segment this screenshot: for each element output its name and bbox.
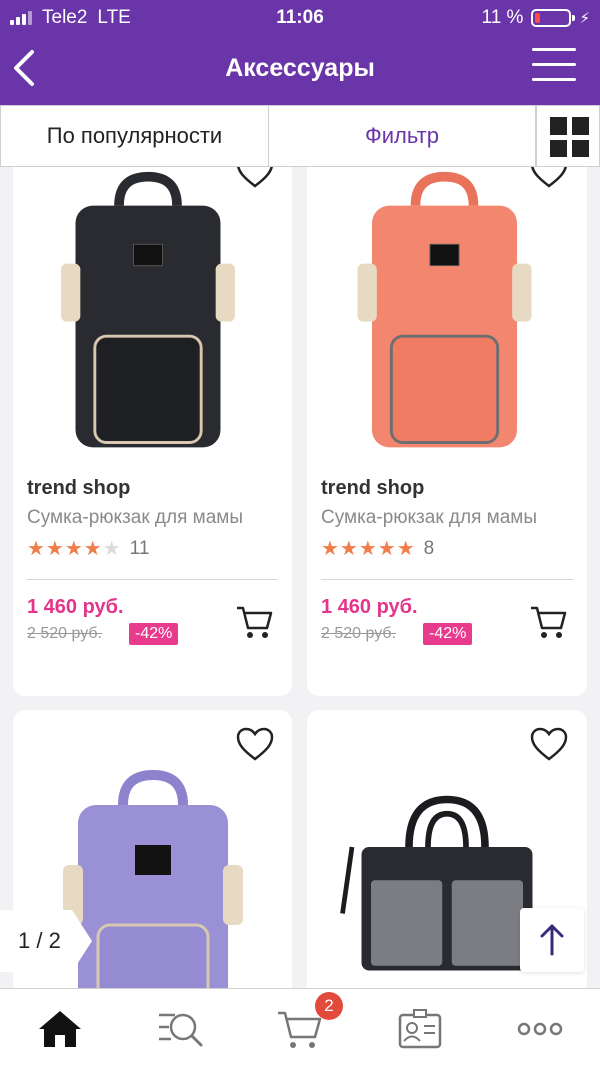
product-grid: trend shop Сумка-рюкзак для мамы ★★★★★ 1…	[0, 167, 600, 988]
product-brand: trend shop	[321, 477, 425, 499]
divider	[321, 579, 573, 580]
status-bar: Tele2 LTE 11:06 11 % ⚡	[0, 0, 600, 34]
tab-more[interactable]	[515, 1007, 565, 1051]
tab-home[interactable]	[35, 1007, 85, 1051]
product-image	[61, 171, 235, 448]
tab-profile[interactable]	[395, 1007, 445, 1051]
grid-view-toggle[interactable]	[536, 105, 600, 167]
product-price: 1 460 руб.	[321, 596, 418, 618]
filter-button[interactable]: Фильтр	[268, 105, 536, 167]
scroll-to-top-button[interactable]	[520, 908, 584, 972]
product-image	[357, 171, 532, 448]
product-brand: trend shop	[27, 477, 131, 499]
rating-stars: ★★★★★	[321, 538, 416, 560]
add-to-cart-icon[interactable]	[235, 604, 275, 640]
product-rating: ★★★★★ 11	[27, 536, 149, 561]
old-price: 2 520 руб.	[27, 625, 102, 642]
product-card[interactable]: trend shop Сумка-рюкзак для мамы ★★★★★ 8…	[307, 167, 587, 696]
add-to-cart-icon[interactable]	[529, 604, 569, 640]
battery-percent: 11 %	[481, 7, 524, 28]
hamburger-menu-icon[interactable]	[532, 48, 576, 84]
bottom-tab-bar	[0, 988, 600, 1066]
divider	[27, 579, 278, 580]
discount-badge: -42%	[423, 623, 473, 645]
rating-stars: ★★★★★	[27, 538, 122, 560]
top-bar: Tele2 LTE 11:06 11 % ⚡ Аксессуары	[0, 0, 600, 105]
arrow-up-icon	[540, 924, 564, 956]
product-rating: ★★★★★ 8	[321, 536, 434, 561]
sort-filter-bar: По популярности Фильтр	[0, 105, 600, 167]
old-price: 2 520 руб.	[321, 625, 396, 642]
review-count: 8	[423, 537, 435, 559]
page-indicator-text: 1 / 2	[18, 928, 61, 953]
battery-icon	[531, 9, 576, 27]
favorite-heart-icon[interactable]	[235, 726, 275, 762]
grid-view-icon	[550, 117, 590, 157]
product-card[interactable]: trend shop Сумка-рюкзак для мамы ★★★★★ 1…	[13, 167, 292, 696]
product-price: 1 460 руб.	[27, 596, 124, 618]
page-title: Аксессуары	[225, 54, 375, 82]
cart-count-badge: 2	[315, 992, 343, 1020]
product-name: Сумка-рюкзак для мамы	[321, 507, 537, 528]
product-name: Сумка-рюкзак для мамы	[27, 507, 243, 528]
discount-badge: -42%	[129, 623, 179, 645]
charging-icon: ⚡	[579, 10, 590, 27]
sort-button[interactable]: По популярности	[0, 105, 269, 167]
review-count: 11	[129, 537, 150, 559]
tab-search[interactable]	[155, 1007, 205, 1051]
page-indicator: 1 / 2	[0, 910, 92, 972]
favorite-heart-icon[interactable]	[529, 726, 569, 762]
